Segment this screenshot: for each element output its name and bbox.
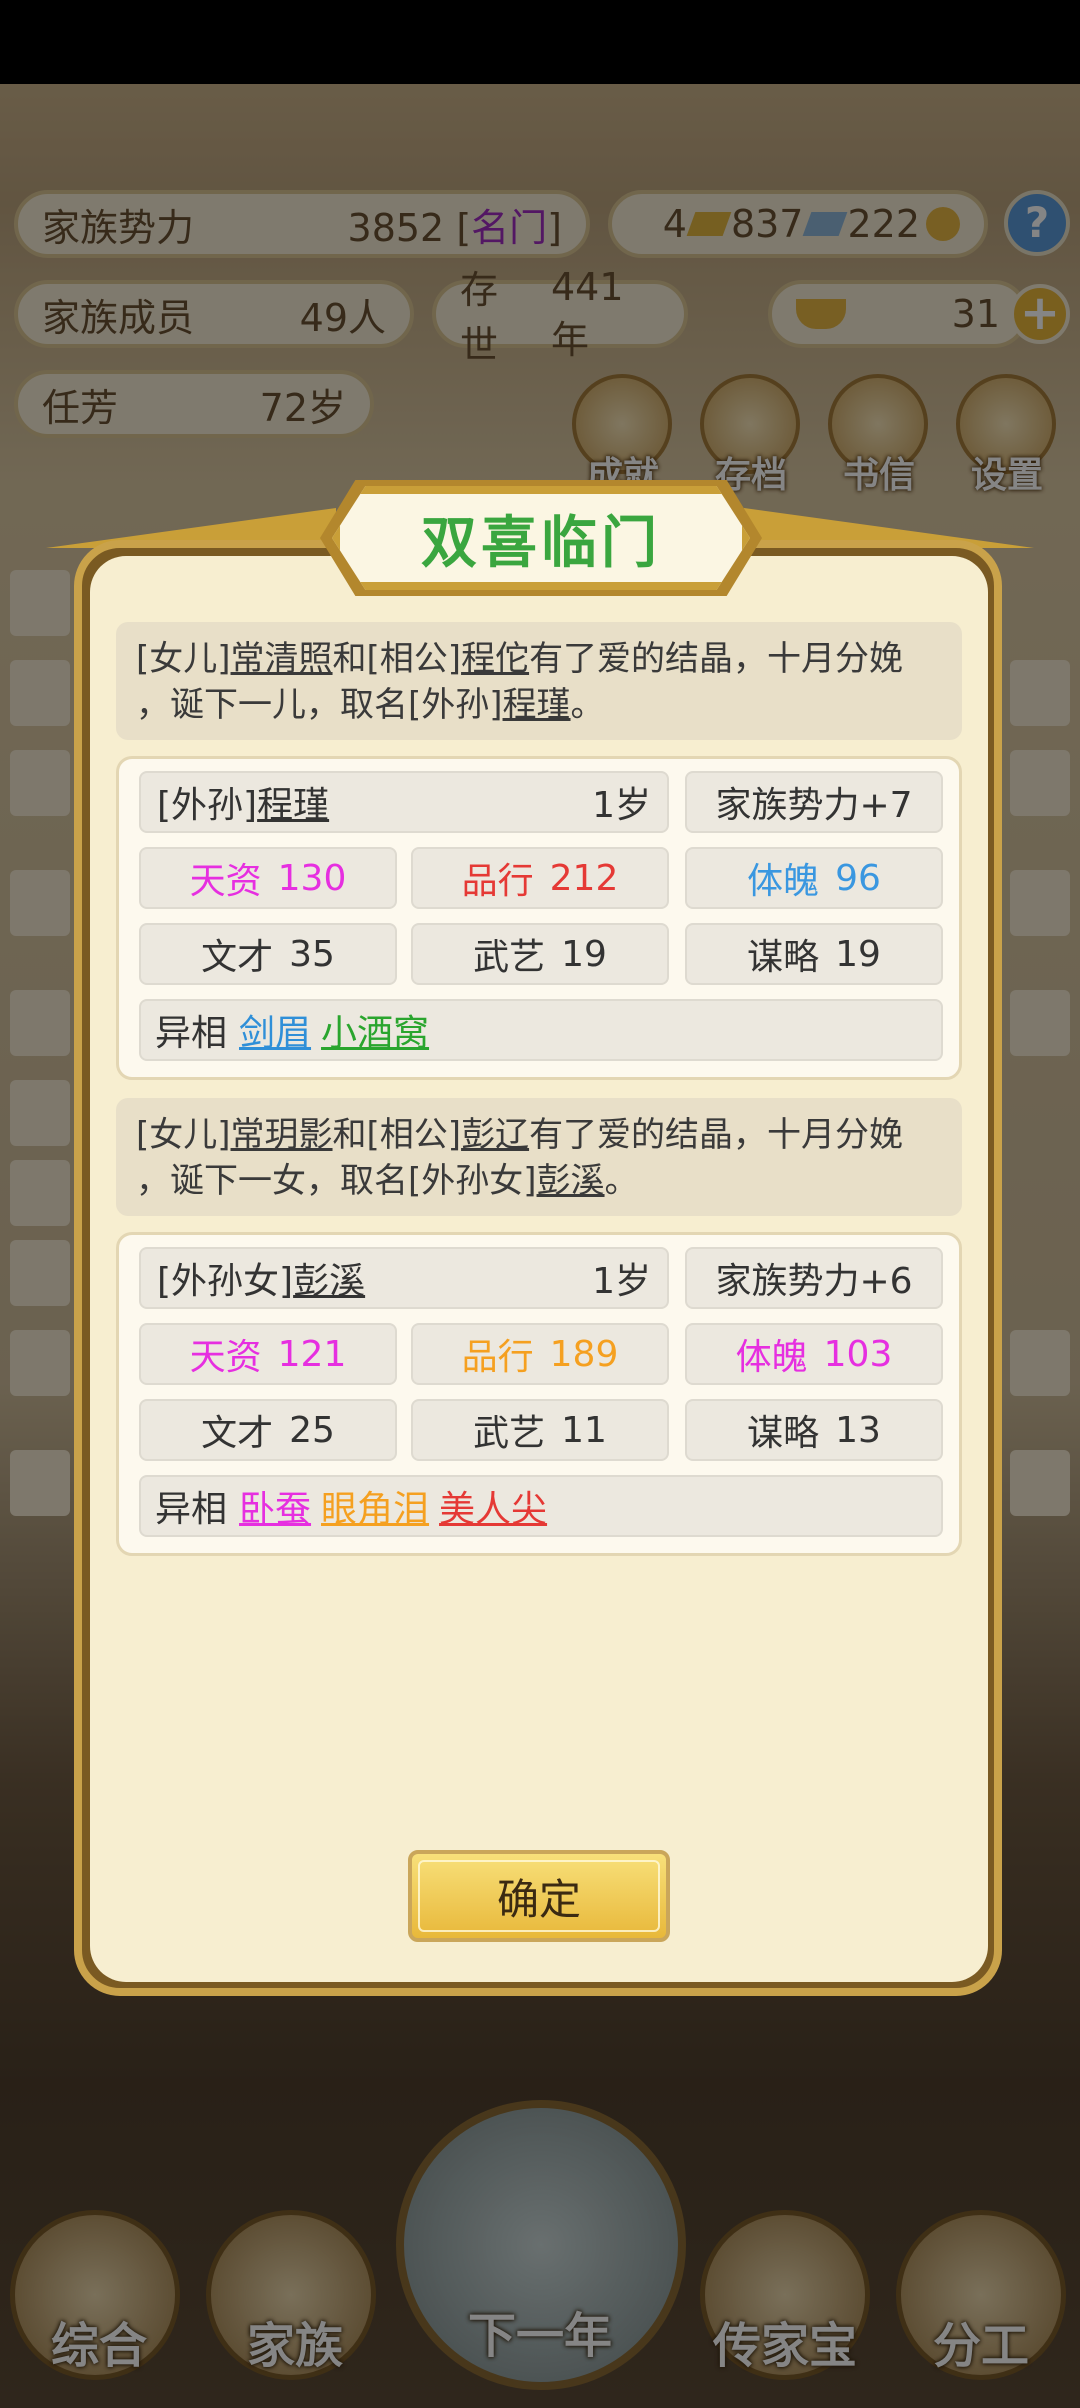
child-age: 1岁 [592,1261,651,1302]
mother-name-link[interactable]: 常清照 [231,639,333,679]
child-card: [外孙女] 彭溪 1岁 家族势力+6 天资 121 品行 189 体魄 103 文才 25… [116,1232,962,1556]
relation-label: [女儿] [136,1115,231,1155]
traits-label: 异相 [155,1489,228,1530]
physique-value: 103 [823,1333,893,1375]
physique-stat: 体魄 103 [685,1323,943,1385]
talent-value: 130 [277,857,347,899]
confirm-button[interactable]: 确定 [408,1850,670,1942]
father-name-link[interactable]: 彭辽 [461,1115,529,1155]
talent-label: 天资 [189,861,262,902]
martial-label: 武艺 [473,937,546,978]
literary-label: 文才 [201,1413,274,1454]
physique-label: 体魄 [747,861,820,902]
trait-link[interactable]: 剑眉 [239,1004,311,1056]
literary-stat: 文才 35 [139,923,397,985]
trait-link[interactable]: 美人尖 [439,1480,547,1532]
martial-value: 11 [561,1409,607,1451]
physique-value: 96 [835,857,881,899]
physique-stat: 体魄 96 [685,847,943,909]
dialog-title: 双喜临门 [421,510,661,576]
martial-label: 武艺 [473,1413,546,1454]
conduct-stat: 品行 189 [411,1323,669,1385]
martial-value: 19 [561,933,607,975]
event-description: ，诞下一女，取名[外孙女] [136,1161,537,1201]
literary-stat: 文才 25 [139,1399,397,1461]
martial-stat: 武艺 11 [411,1399,669,1461]
relation-label: [女儿] [136,639,231,679]
traits-label: 异相 [155,1013,228,1054]
title-banner: 双喜临门 [332,486,750,590]
strategy-label: 谋略 [747,937,820,978]
literary-value: 35 [289,933,335,975]
physique-label: 体魄 [735,1337,808,1378]
event-description: 有了爱的结晶，十月分娩 [529,1115,904,1155]
child-name-cell: [外孙女] 彭溪 1岁 [139,1247,669,1309]
conduct-value: 212 [549,857,619,899]
child-relation: [外孙] [157,785,258,826]
strategy-value: 13 [835,1409,881,1451]
conduct-stat: 品行 212 [411,847,669,909]
birth-event-text: [女儿]常清照和[相公]程佗有了爱的结晶，十月分娩 ，诞下一儿，取名[外孙]程瑾… [116,622,962,740]
child-age: 1岁 [592,785,651,826]
talent-stat: 天资 121 [139,1323,397,1385]
event-period: 。 [604,1161,639,1201]
traits-row: 异相 卧蚕 眼角泪 美人尖 [139,1475,943,1537]
strategy-value: 19 [835,933,881,975]
child-name-link[interactable]: 彭溪 [293,1252,365,1304]
confirm-button-label: 确定 [496,1874,581,1924]
trait-link[interactable]: 眼角泪 [321,1480,429,1532]
strategy-label: 谋略 [747,1413,820,1454]
conduct-label: 品行 [461,1337,534,1378]
event-description: 有了爱的结晶，十月分娩 [529,639,904,679]
child-relation: [外孙女] [157,1261,294,1302]
martial-stat: 武艺 19 [411,923,669,985]
birth-event-text: [女儿]常玥影和[相公]彭辽有了爱的结晶，十月分娩 ，诞下一女，取名[外孙女]彭… [116,1098,962,1216]
clan-power-bonus: 家族势力+6 [685,1247,943,1309]
relation-label: 和[相公] [332,639,462,679]
talent-value: 121 [277,1333,347,1375]
conduct-value: 189 [549,1333,619,1375]
child-name-link[interactable]: 彭溪 [537,1161,605,1201]
clan-power-bonus-text: 家族势力+6 [715,1261,913,1302]
literary-label: 文才 [201,937,274,978]
traits-row: 异相 剑眉 小酒窝 [139,999,943,1061]
strategy-stat: 谋略 19 [685,923,943,985]
relation-label: 和[相公] [332,1115,462,1155]
trait-link[interactable]: 卧蚕 [239,1480,311,1532]
event-description: ，诞下一儿，取名[外孙] [136,685,503,725]
clan-power-bonus: 家族势力+7 [685,771,943,833]
mother-name-link[interactable]: 常玥影 [231,1115,333,1155]
child-name-link[interactable]: 程瑾 [257,776,329,828]
father-name-link[interactable]: 程佗 [461,639,529,679]
clan-power-bonus-text: 家族势力+7 [715,785,913,826]
trait-link[interactable]: 小酒窝 [321,1004,429,1056]
talent-label: 天资 [189,1337,262,1378]
child-card: [外孙] 程瑾 1岁 家族势力+7 天资 130 品行 212 体魄 96 文才 35 武… [116,756,962,1080]
status-bar [0,0,1080,84]
literary-value: 25 [289,1409,335,1451]
talent-stat: 天资 130 [139,847,397,909]
event-period: 。 [570,685,605,725]
conduct-label: 品行 [461,861,534,902]
child-name-link[interactable]: 程瑾 [503,685,571,725]
child-name-cell: [外孙] 程瑾 1岁 [139,771,669,833]
strategy-stat: 谋略 13 [685,1399,943,1461]
